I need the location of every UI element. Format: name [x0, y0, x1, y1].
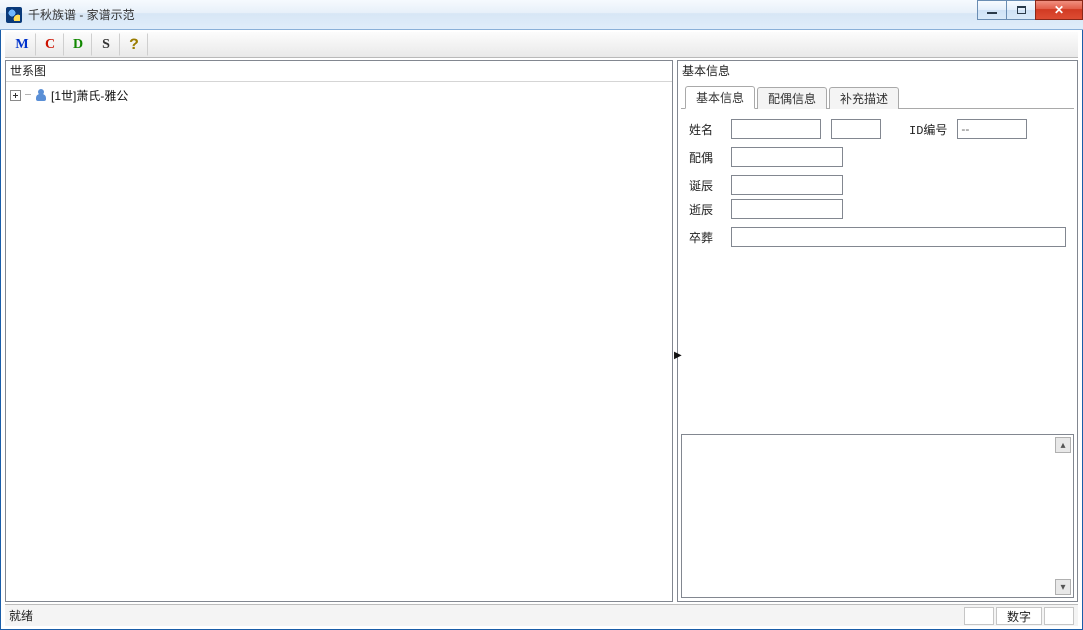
- birth-input[interactable]: [731, 175, 843, 195]
- surname-input[interactable]: [731, 119, 821, 139]
- tree-panel-title: 世系图: [6, 61, 672, 81]
- maximize-icon: [1017, 6, 1026, 14]
- toolbar: M C D S ?: [5, 32, 1078, 58]
- tab-basic[interactable]: 基本信息: [685, 86, 755, 109]
- tree-connector-icon: ┄: [25, 90, 31, 101]
- id-output: [957, 119, 1027, 139]
- maximize-button[interactable]: [1006, 0, 1036, 20]
- close-button[interactable]: ✕: [1035, 0, 1083, 20]
- id-label: ID编号: [909, 121, 947, 138]
- person-icon: [35, 89, 47, 101]
- statusbar: 就绪 数字: [5, 604, 1078, 626]
- basic-form: 姓名 ID编号 配偶 诞辰: [681, 109, 1074, 265]
- tree-root-row[interactable]: ┄ [1世]萧氏-雅公: [10, 86, 668, 104]
- toolbar-m-button[interactable]: M: [8, 33, 36, 56]
- burial-input[interactable]: [731, 227, 1066, 247]
- row-birth: 诞辰: [689, 175, 1066, 195]
- spouse-label: 配偶: [689, 149, 721, 166]
- row-spouse: 配偶: [689, 147, 1066, 167]
- name-label: 姓名: [689, 121, 721, 138]
- spouse-input[interactable]: [731, 147, 843, 167]
- titlebar[interactable]: 千秋族谱 - 家谱示范 ✕: [0, 0, 1083, 30]
- detail-panel: 基本信息 基本信息 配偶信息 补充描述 姓名 ID编号: [677, 60, 1078, 602]
- status-right-group: 数字: [964, 607, 1074, 624]
- tab-extra[interactable]: 补充描述: [829, 87, 899, 109]
- notes-area[interactable]: ▴ ▾: [681, 434, 1074, 598]
- toolbar-d-button[interactable]: D: [64, 33, 92, 56]
- row-death: 逝辰: [689, 199, 1066, 219]
- status-cell-3: [1044, 607, 1074, 625]
- toolbar-help-button[interactable]: ?: [120, 33, 148, 56]
- detail-tabs: 基本信息 配偶信息 补充描述: [681, 83, 1074, 109]
- scroll-down-button[interactable]: ▾: [1055, 579, 1071, 595]
- status-numlock: 数字: [996, 607, 1042, 625]
- givenname-input[interactable]: [831, 119, 881, 139]
- birth-label: 诞辰: [689, 177, 721, 194]
- toolbar-s-button[interactable]: S: [92, 33, 120, 56]
- row-name: 姓名 ID编号: [689, 119, 1066, 139]
- minimize-icon: [987, 12, 997, 14]
- detail-panel-title: 基本信息: [678, 61, 1077, 81]
- burial-label: 卒葬: [689, 229, 721, 246]
- close-icon: ✕: [1054, 3, 1064, 17]
- status-ready: 就绪: [9, 607, 33, 624]
- minimize-button[interactable]: [977, 0, 1007, 20]
- toolbar-c-button[interactable]: C: [36, 33, 64, 56]
- tab-spouse[interactable]: 配偶信息: [757, 87, 827, 109]
- tree-view[interactable]: ┄ [1世]萧氏-雅公: [6, 81, 672, 601]
- window-root: 千秋族谱 - 家谱示范 ✕ M C D S ? 世系图 ┄ [1世]萧氏-雅公: [0, 0, 1083, 630]
- status-cell-1: [964, 607, 994, 625]
- window-title: 千秋族谱 - 家谱示范: [28, 6, 135, 23]
- death-label: 逝辰: [689, 201, 721, 218]
- app-icon: [6, 7, 22, 23]
- row-burial: 卒葬: [689, 227, 1066, 247]
- tree-panel: 世系图 ┄ [1世]萧氏-雅公: [5, 60, 673, 602]
- form-wrap: 姓名 ID编号 配偶 诞辰: [681, 109, 1074, 430]
- tree-root-label: [1世]萧氏-雅公: [51, 87, 128, 104]
- scroll-up-button[interactable]: ▴: [1055, 437, 1071, 453]
- content-area: 世系图 ┄ [1世]萧氏-雅公 ▶ 基本信息 基本信息 配偶信息 补充描述: [0, 60, 1083, 602]
- tree-expand-icon[interactable]: [10, 90, 21, 101]
- death-input[interactable]: [731, 199, 843, 219]
- detail-body: 姓名 ID编号 配偶 诞辰: [678, 109, 1077, 601]
- window-controls: ✕: [978, 0, 1083, 20]
